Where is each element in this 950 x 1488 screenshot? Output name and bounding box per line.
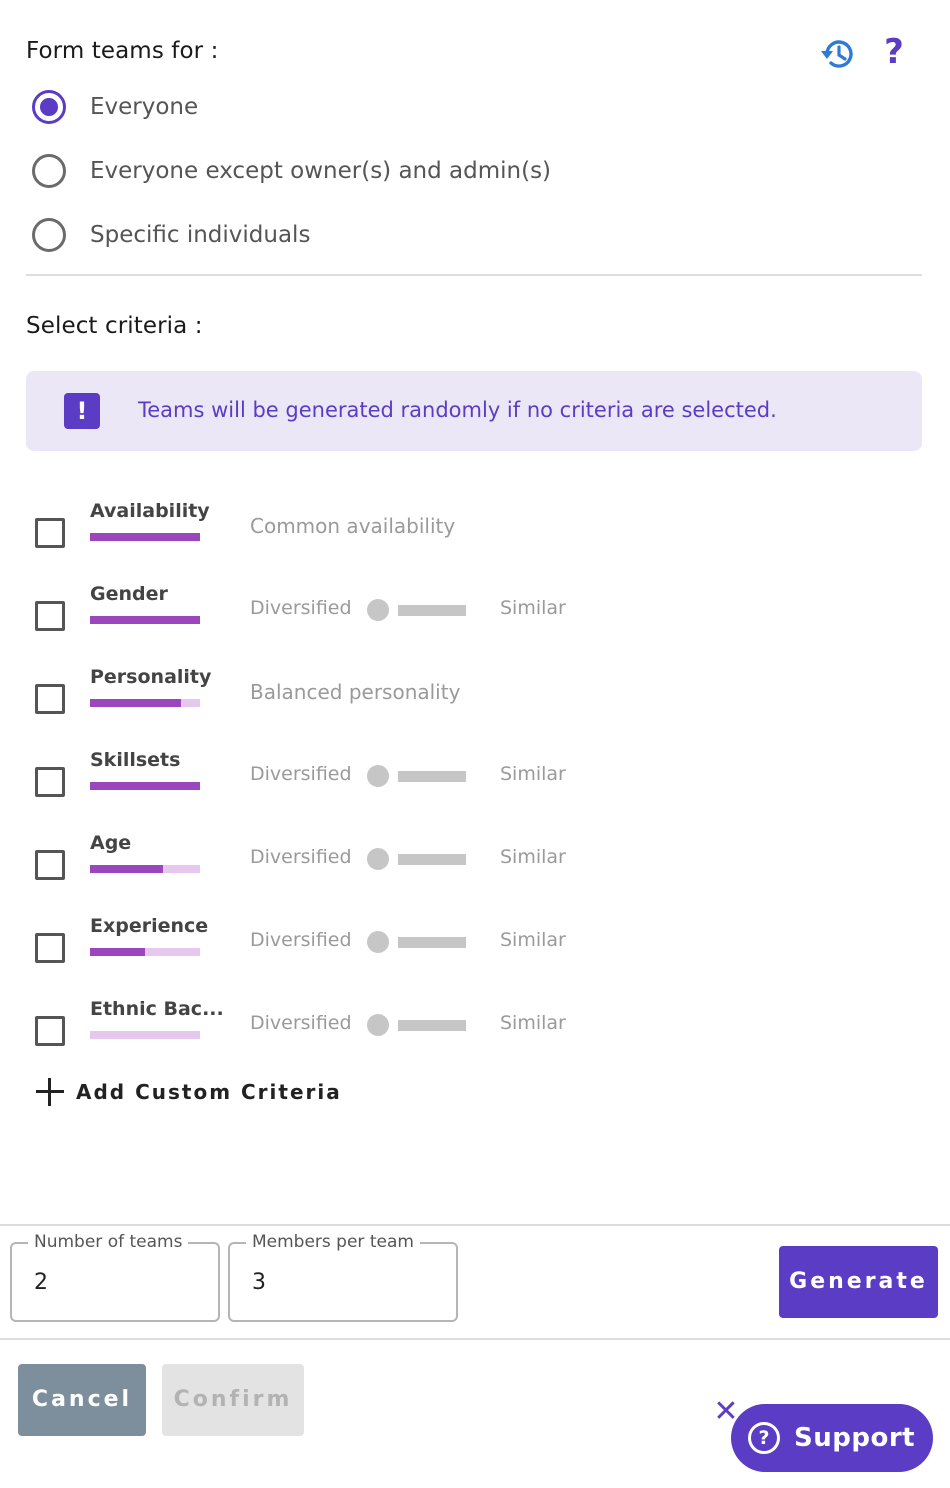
criteria-checkbox[interactable] [35,933,65,963]
members-per-team-label: Members per team [246,1232,420,1252]
criteria-checkbox[interactable] [35,1016,65,1046]
criteria-name: Experience [90,915,209,937]
criteria-name: Gender [90,583,168,605]
info-banner: ! Teams will be generated randomly if no… [26,371,922,451]
criteria-weight-bar [90,782,200,790]
slider-left-label: Diversified [250,929,352,951]
radio-label: Everyone [90,94,199,120]
criteria-weight-fill [90,699,182,707]
number-of-teams-input[interactable] [34,1270,184,1295]
criteria-weight-bar [90,616,200,624]
divider [0,1224,950,1226]
slider-left-label: Diversified [250,1012,352,1034]
criteria-row-experience: Experience Diversified Similar [0,915,950,975]
radio-button[interactable] [32,218,66,252]
members-per-team-field[interactable]: Members per team [228,1232,458,1322]
slider-left-label: Diversified [250,597,352,619]
criteria-weight-fill [90,782,200,790]
radio-label: Everyone except owner(s) and admin(s) [90,158,552,184]
history-icon[interactable] [818,34,858,74]
criteria-row-personality: Personality Balanced personality [0,666,950,726]
criteria-checkbox[interactable] [35,518,65,548]
criteria-checkbox[interactable] [35,850,65,880]
number-of-teams-field[interactable]: Number of teams [10,1232,220,1322]
criteria-name: Personality [90,666,212,688]
criteria-row-ethnic-background: Ethnic Bac... Diversified Similar [0,998,950,1058]
divider [26,274,922,276]
add-custom-criteria-label: Add Custom Criteria [76,1080,342,1104]
criteria-name: Skillsets [90,749,181,771]
slider-knob[interactable] [367,599,389,621]
radio-option-everyone[interactable]: Everyone [32,87,732,127]
radio-option-except-admins[interactable]: Everyone except owner(s) and admin(s) [32,151,732,191]
alert-icon: ! [64,393,100,429]
plus-icon [34,1076,66,1108]
help-icon[interactable]: ? [878,30,910,74]
slider-left-label: Diversified [250,763,352,785]
slider-track[interactable] [398,771,466,782]
slider-knob[interactable] [367,1014,389,1036]
add-custom-criteria-button[interactable]: Add Custom Criteria [34,1074,342,1110]
members-per-team-input[interactable] [252,1270,402,1295]
criteria-weight-fill [90,616,200,624]
support-button[interactable]: ? Support [731,1404,933,1472]
slider-track[interactable] [398,1020,466,1031]
criteria-name: Ethnic Bac... [90,998,224,1020]
criteria-row-availability: Availability Common availability [0,500,950,560]
info-text: Teams will be generated randomly if no c… [138,398,777,422]
criteria-weight-fill [90,533,200,541]
support-label: Support [794,1423,916,1453]
criteria-weight-bar [90,948,200,956]
slider-right-label: Similar [500,597,566,619]
slider-right-label: Similar [500,1012,566,1034]
confirm-button[interactable]: Confirm [162,1364,304,1436]
criteria-description: Balanced personality [250,680,461,704]
form-teams-title: Form teams for : [26,38,219,64]
criteria-checkbox[interactable] [35,684,65,714]
criteria-row-age: Age Diversified Similar [0,832,950,892]
slider-right-label: Similar [500,846,566,868]
criteria-weight-bar [90,533,200,541]
radio-button-checked[interactable] [32,90,66,124]
divider [0,1338,950,1340]
slider-right-label: Similar [500,929,566,951]
criteria-weight-bar [90,865,200,873]
criteria-name: Availability [90,500,210,522]
slider-knob[interactable] [367,848,389,870]
criteria-weight-bar [90,699,200,707]
criteria-description: Common availability [250,514,456,538]
slider-track[interactable] [398,854,466,865]
criteria-checkbox[interactable] [35,767,65,797]
slider-right-label: Similar [500,763,566,785]
slider-knob[interactable] [367,931,389,953]
close-icon[interactable]: ✕ [712,1397,740,1427]
radio-option-specific-individuals[interactable]: Specific individuals [32,215,732,255]
criteria-row-skillsets: Skillsets Diversified Similar [0,749,950,809]
help-circle-icon: ? [748,1422,780,1454]
radio-button[interactable] [32,154,66,188]
select-criteria-title: Select criteria : [26,313,203,339]
criteria-weight-fill [90,948,145,956]
criteria-weight-bar [90,1031,200,1039]
number-of-teams-label: Number of teams [28,1232,189,1252]
slider-knob[interactable] [367,765,389,787]
slider-left-label: Diversified [250,846,352,868]
criteria-row-gender: Gender Diversified Similar [0,583,950,643]
radio-label: Specific individuals [90,222,311,248]
criteria-checkbox[interactable] [35,601,65,631]
slider-track[interactable] [398,937,466,948]
criteria-weight-fill [90,865,163,873]
generate-button[interactable]: Generate [779,1246,938,1318]
slider-track[interactable] [398,605,466,616]
cancel-button[interactable]: Cancel [18,1364,146,1436]
criteria-name: Age [90,832,132,854]
